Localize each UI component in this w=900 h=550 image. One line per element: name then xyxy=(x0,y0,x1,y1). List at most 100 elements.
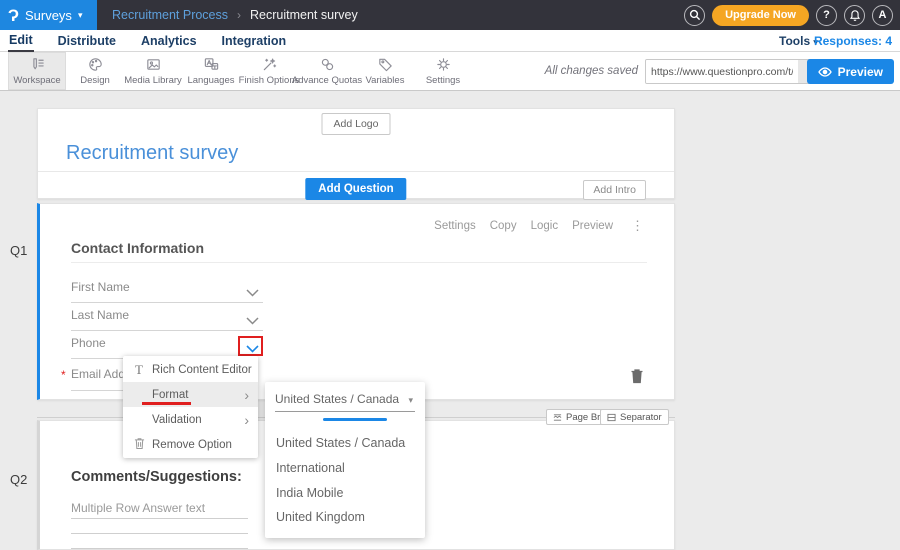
toolbar-item-label: Design xyxy=(80,75,110,86)
survey-url-input[interactable] xyxy=(646,60,798,83)
question-preview-link[interactable]: Preview xyxy=(572,220,613,232)
search-icon xyxy=(689,9,701,21)
question-number-q2: Q2 xyxy=(10,472,27,487)
add-question-button[interactable]: Add Question xyxy=(305,178,406,200)
question-settings-link[interactable]: Settings xyxy=(434,220,476,232)
question-logic-link[interactable]: Logic xyxy=(531,220,559,232)
toolbar-item-languages[interactable]: Languages xyxy=(182,52,240,90)
responses-link[interactable]: Responses: 4 xyxy=(814,34,892,48)
survey-title[interactable]: Recruitment survey xyxy=(66,142,238,165)
surveys-menu[interactable]: Ɂ Surveys ▾ xyxy=(0,0,97,30)
toolbar-item-label: Finish Options xyxy=(239,75,300,86)
field-underline xyxy=(71,330,263,331)
help-button[interactable]: ? xyxy=(816,5,837,26)
question-title[interactable]: Contact Information xyxy=(71,240,204,256)
toolbar-item-variables[interactable]: Variables xyxy=(356,52,414,90)
account-button[interactable]: A xyxy=(872,5,893,26)
topbar-actions: Upgrade Now ? A xyxy=(684,0,893,30)
question-mark-icon: ? xyxy=(823,9,830,21)
field-option-dropdown[interactable] xyxy=(246,312,259,330)
toolbar-item-settings[interactable]: Settings xyxy=(414,52,472,90)
toolbar-item-label: Advance Quotas xyxy=(292,75,362,86)
question-actions: Settings Copy Logic Preview ⋮ xyxy=(434,218,644,234)
eye-icon xyxy=(818,67,832,77)
annotation-highlight-box xyxy=(238,336,263,356)
field-label-last-name[interactable]: Last Name xyxy=(71,308,129,322)
toolbar-item-finish-options[interactable]: Finish Options xyxy=(240,52,298,90)
kebab-menu-icon[interactable]: ⋮ xyxy=(631,218,644,234)
breadcrumb-folder[interactable]: Recruitment Process xyxy=(112,8,228,22)
menu-item-remove-option[interactable]: Remove Option xyxy=(123,432,258,457)
toolbar-item-workspace[interactable]: Workspace xyxy=(8,52,66,90)
separator-label: Separator xyxy=(620,412,662,423)
notifications-button[interactable] xyxy=(844,5,865,26)
tools-menu[interactable]: Tools ▾ xyxy=(779,34,818,48)
top-bar: Ɂ Surveys ▾ Recruitment Process › Recrui… xyxy=(0,0,900,30)
toolbar-item-label: Media Library xyxy=(124,75,182,86)
chevron-down-icon xyxy=(246,317,259,325)
menu-item-label: Remove Option xyxy=(152,439,232,451)
question-copy-link[interactable]: Copy xyxy=(490,220,517,232)
answer-line xyxy=(71,548,248,549)
add-logo-button[interactable]: Add Logo xyxy=(322,113,391,135)
preview-button[interactable]: Preview xyxy=(807,59,894,84)
format-option-united-kingdom[interactable]: United Kingdom xyxy=(276,510,365,524)
toolbar-item-media-library[interactable]: Media Library xyxy=(124,52,182,90)
survey-url-box: ✎ xyxy=(645,59,827,84)
field-option-dropdown[interactable] xyxy=(246,284,259,302)
menu-item-rich-content-editor[interactable]: T Rich Content Editor xyxy=(123,357,258,382)
editor-toolbar: Workspace Design Media Library xyxy=(0,52,900,91)
bell-icon xyxy=(849,9,861,22)
answer-line xyxy=(71,518,248,519)
multi-row-answer-placeholder[interactable]: Multiple Row Answer text xyxy=(71,501,205,515)
text-format-icon: T xyxy=(132,362,146,378)
separator-button[interactable]: Separator xyxy=(600,409,669,425)
toolbar-items: Workspace Design Media Library xyxy=(8,52,472,90)
search-button[interactable] xyxy=(684,5,705,26)
question-title[interactable]: Comments/Suggestions: xyxy=(71,469,242,485)
divider xyxy=(38,171,674,172)
toolbar-item-design[interactable]: Design xyxy=(66,52,124,90)
format-submenu: United States / Canada ▾ United States /… xyxy=(265,382,425,538)
chevron-right-icon: › xyxy=(244,388,249,402)
format-option-india-mobile[interactable]: India Mobile xyxy=(276,486,343,500)
scroll-indicator[interactable] xyxy=(323,418,387,421)
page-break-icon xyxy=(553,413,562,422)
tab-integration[interactable]: Integration xyxy=(221,30,288,52)
divider xyxy=(71,262,647,263)
app-window: Ɂ Surveys ▾ Recruitment Process › Recrui… xyxy=(0,0,900,550)
annotation-underline xyxy=(142,402,191,405)
tab-edit[interactable]: Edit xyxy=(8,30,34,52)
field-label-first-name[interactable]: First Name xyxy=(71,280,130,294)
tab-analytics[interactable]: Analytics xyxy=(140,30,198,52)
toolbar-item-advance-quotas[interactable]: Advance Quotas xyxy=(298,52,356,90)
format-option-international[interactable]: International xyxy=(276,461,345,475)
media-library-icon xyxy=(145,56,162,73)
toolbar-item-label: Settings xyxy=(426,75,460,86)
toolbar-item-label: Variables xyxy=(366,75,405,86)
add-intro-button[interactable]: Add Intro xyxy=(583,180,646,200)
variables-icon xyxy=(377,56,394,73)
delete-question-button[interactable] xyxy=(630,368,644,389)
trash-icon xyxy=(630,368,644,384)
menu-item-label: Format xyxy=(152,389,188,401)
chevron-down-icon: ▾ xyxy=(408,395,413,406)
languages-icon xyxy=(203,56,220,73)
format-option-us-canada[interactable]: United States / Canada xyxy=(276,436,405,450)
chevron-right-icon: › xyxy=(244,413,249,427)
menu-item-validation[interactable]: Validation › xyxy=(123,407,258,432)
upgrade-now-button[interactable]: Upgrade Now xyxy=(712,5,809,26)
workspace-icon xyxy=(29,56,46,73)
preview-label: Preview xyxy=(838,65,883,79)
chevron-down-icon: ▾ xyxy=(78,10,83,21)
chevron-down-icon xyxy=(246,289,259,297)
tools-label: Tools xyxy=(779,34,810,48)
question-number-q1: Q1 xyxy=(10,243,27,258)
tab-distribute[interactable]: Distribute xyxy=(57,30,117,52)
tab-bar: Edit Distribute Analytics Integration To… xyxy=(0,30,900,52)
format-select[interactable]: United States / Canada ▾ xyxy=(275,392,415,412)
field-label-phone[interactable]: Phone xyxy=(71,336,106,350)
field-option-context-menu: T Rich Content Editor Format › Validatio… xyxy=(123,356,258,458)
advance-quotas-icon xyxy=(319,56,336,73)
toolbar-item-label: Workspace xyxy=(13,75,60,86)
